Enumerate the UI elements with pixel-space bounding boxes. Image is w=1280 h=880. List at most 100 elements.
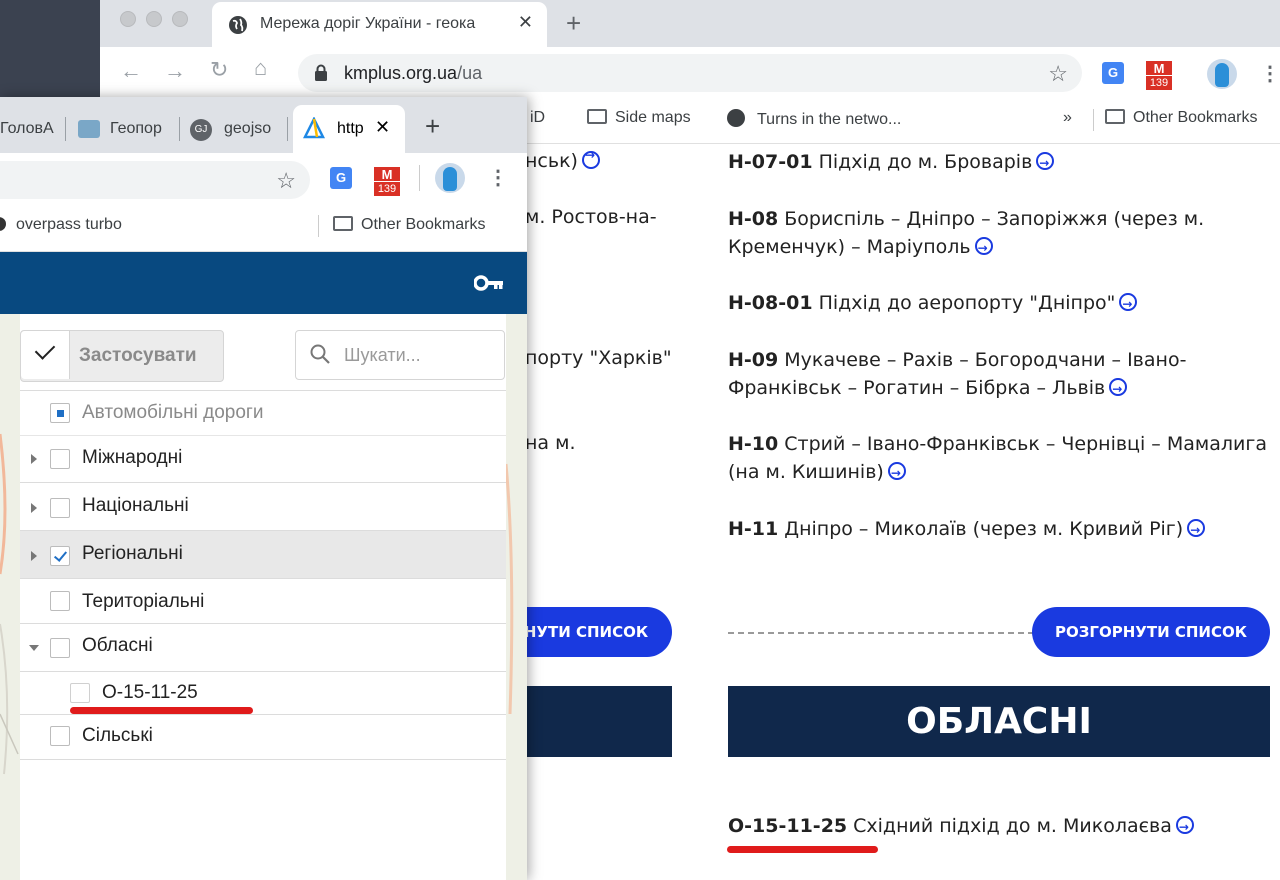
layer-checkbox[interactable] — [50, 498, 70, 518]
layer-row[interactable]: Національні — [20, 483, 506, 531]
layer-row-expanded[interactable]: Обласні — [20, 624, 506, 672]
layer-checkbox-checked[interactable] — [50, 546, 70, 566]
forward-arrow-icon[interactable]: → — [164, 58, 186, 84]
bookmarks-overflow-button[interactable]: » — [1063, 109, 1072, 127]
key-icon[interactable] — [474, 275, 504, 291]
google-translate-icon[interactable]: G — [330, 167, 352, 189]
tab-active[interactable]: Мережа доріг України - геока ✕ — [212, 2, 547, 47]
app-header — [0, 252, 527, 314]
address-bar[interactable]: kmplus.org.ua/ua ☆ — [298, 54, 1082, 92]
lock-icon — [315, 64, 327, 81]
road-name-fragment: м. Ростов-на- — [525, 206, 657, 228]
arrow-circle-icon[interactable] — [887, 459, 906, 487]
layer-panel: Застосувати Автомобільні дороги Міжнарод… — [20, 314, 506, 880]
arrow-circle-icon[interactable] — [1036, 149, 1055, 177]
expand-arrow-icon[interactable] — [31, 503, 37, 513]
layer-row-selected[interactable]: Регіональні — [20, 531, 506, 579]
folder-icon — [587, 109, 607, 124]
tab[interactable]: ГоловА — [0, 107, 66, 153]
layer-checkbox[interactable] — [50, 638, 70, 658]
tab[interactable]: Геопор — [68, 107, 180, 153]
close-window-button[interactable] — [120, 11, 136, 27]
bookmark-id[interactable]: iD — [530, 109, 545, 127]
arrow-circle-icon[interactable] — [974, 234, 993, 262]
layer-row-root[interactable]: Автомобільні дороги — [20, 390, 506, 436]
search-input[interactable] — [342, 339, 496, 371]
road-item: Н-08-01 Підхід до аеропорту "Дніпро" — [728, 289, 1280, 318]
divider — [1093, 109, 1094, 131]
globe-icon — [229, 16, 247, 34]
gmail-checker-icon[interactable]: M 139 — [374, 167, 400, 196]
collapse-arrow-icon[interactable] — [29, 645, 39, 651]
profile-avatar[interactable] — [1207, 59, 1237, 89]
dashed-divider — [728, 632, 1034, 634]
toolbar: ← → ↻ ⌂ kmplus.org.ua/ua ☆ G M 139 ⋮ — [100, 47, 1280, 97]
oblast-road-item: О-15-11-25 Східний підхід до м. Миколаєва — [728, 812, 1280, 841]
globe-icon — [727, 109, 745, 127]
bookmark-turns[interactable]: Turns in the netwo... — [727, 109, 901, 129]
new-tab-button[interactable]: + — [566, 8, 581, 39]
menu-kebab-icon[interactable]: ⋮ — [488, 165, 508, 190]
section-title-banner: ОБЛАСНІ — [728, 686, 1270, 757]
address-bar[interactable]: ☆ — [0, 161, 310, 199]
layer-checkbox[interactable] — [70, 683, 90, 703]
other-bookmarks[interactable]: Other Bookmarks — [1105, 109, 1257, 127]
arrow-circle-icon[interactable] — [1175, 813, 1194, 841]
tab-strip: ГоловА Геопор GJ geojso http ✕ + — [0, 97, 527, 153]
apply-button[interactable]: Застосувати — [20, 330, 224, 382]
google-translate-icon[interactable]: G — [1102, 62, 1124, 84]
bookmark-side-maps[interactable]: Side maps — [587, 109, 691, 127]
menu-kebab-icon[interactable]: ⋮ — [1260, 61, 1280, 86]
layer-row[interactable]: Міжнародні — [20, 435, 506, 483]
road-name-fragment: на м. — [525, 432, 576, 454]
close-tab-icon[interactable]: ✕ — [375, 117, 390, 138]
bookmark-star-icon[interactable]: ☆ — [276, 168, 296, 194]
new-tab-button[interactable]: + — [425, 111, 440, 142]
arrow-circle-icon[interactable] — [1109, 375, 1128, 403]
layer-row[interactable]: Сільські — [20, 715, 506, 760]
close-tab-icon[interactable]: ✕ — [518, 12, 533, 33]
gmail-checker-icon[interactable]: M 139 — [1146, 61, 1172, 90]
tab-active[interactable]: http ✕ — [293, 105, 405, 153]
profile-avatar[interactable] — [435, 163, 465, 193]
minimize-window-button[interactable] — [146, 11, 162, 27]
back-arrow-icon[interactable]: ← — [120, 58, 142, 84]
toolbar: ☆ G M 139 ⋮ — [0, 153, 527, 203]
other-bookmarks[interactable]: Other Bookmarks — [333, 216, 485, 234]
arrow-circle-icon[interactable] — [1119, 290, 1138, 318]
home-icon[interactable]: ⌂ — [254, 55, 267, 81]
search-box[interactable] — [295, 330, 505, 380]
divider — [318, 215, 319, 237]
layer-row[interactable]: Територіальні — [20, 579, 506, 624]
expand-list-button[interactable]: РОЗГОРНУТИ СПИСОК — [1032, 607, 1270, 657]
tab[interactable]: GJ geojso — [182, 107, 288, 153]
bookmark-overpass-turbo[interactable]: overpass turbo — [16, 216, 122, 234]
expand-arrow-icon[interactable] — [31, 454, 37, 464]
road-item: Н-09 Мукачеве – Рахів – Богородчани – Іва… — [728, 346, 1280, 403]
maximize-window-button[interactable] — [172, 11, 188, 27]
checkbox-partial[interactable] — [50, 403, 70, 423]
folder-icon — [1105, 109, 1125, 124]
overpass-icon — [0, 217, 6, 231]
layer-checkbox[interactable] — [50, 726, 70, 746]
expand-arrow-icon[interactable] — [31, 551, 37, 561]
layer-checkbox[interactable] — [50, 449, 70, 469]
road-item: Н-07-01 Підхід до м. Броварів — [728, 148, 1280, 177]
reload-icon[interactable]: ↻ — [210, 57, 228, 83]
road-item: Н-11 Дніпро – Миколаїв (через м. Кривий Р… — [728, 515, 1280, 544]
geojson-icon: GJ — [190, 119, 212, 141]
arrow-circle-icon[interactable] — [581, 148, 600, 169]
front-browser-window: ГоловА Геопор GJ geojso http ✕ + ☆ G M 13… — [0, 97, 527, 880]
tab-title: Мережа доріг України - геока — [260, 15, 476, 32]
tab-strip: Мережа доріг України - геока ✕ + — [100, 0, 1280, 47]
road-item: Н-10 Стрий – Івано-Франківськ – Чернівці … — [728, 430, 1280, 487]
bookmark-star-icon[interactable]: ☆ — [1048, 61, 1068, 87]
arrow-circle-icon[interactable] — [1187, 516, 1206, 544]
url-text: kmplus.org.ua/ua — [344, 63, 483, 83]
road-item: Н-08 Бориспіль – Дніпро – Запоріжжя (чере… — [728, 205, 1280, 262]
divider — [419, 165, 420, 191]
layer-checkbox[interactable] — [50, 591, 70, 611]
road-name-fragment: нськ) — [525, 148, 600, 172]
red-underline-annotation — [727, 846, 878, 853]
red-underline-annotation — [70, 707, 253, 714]
